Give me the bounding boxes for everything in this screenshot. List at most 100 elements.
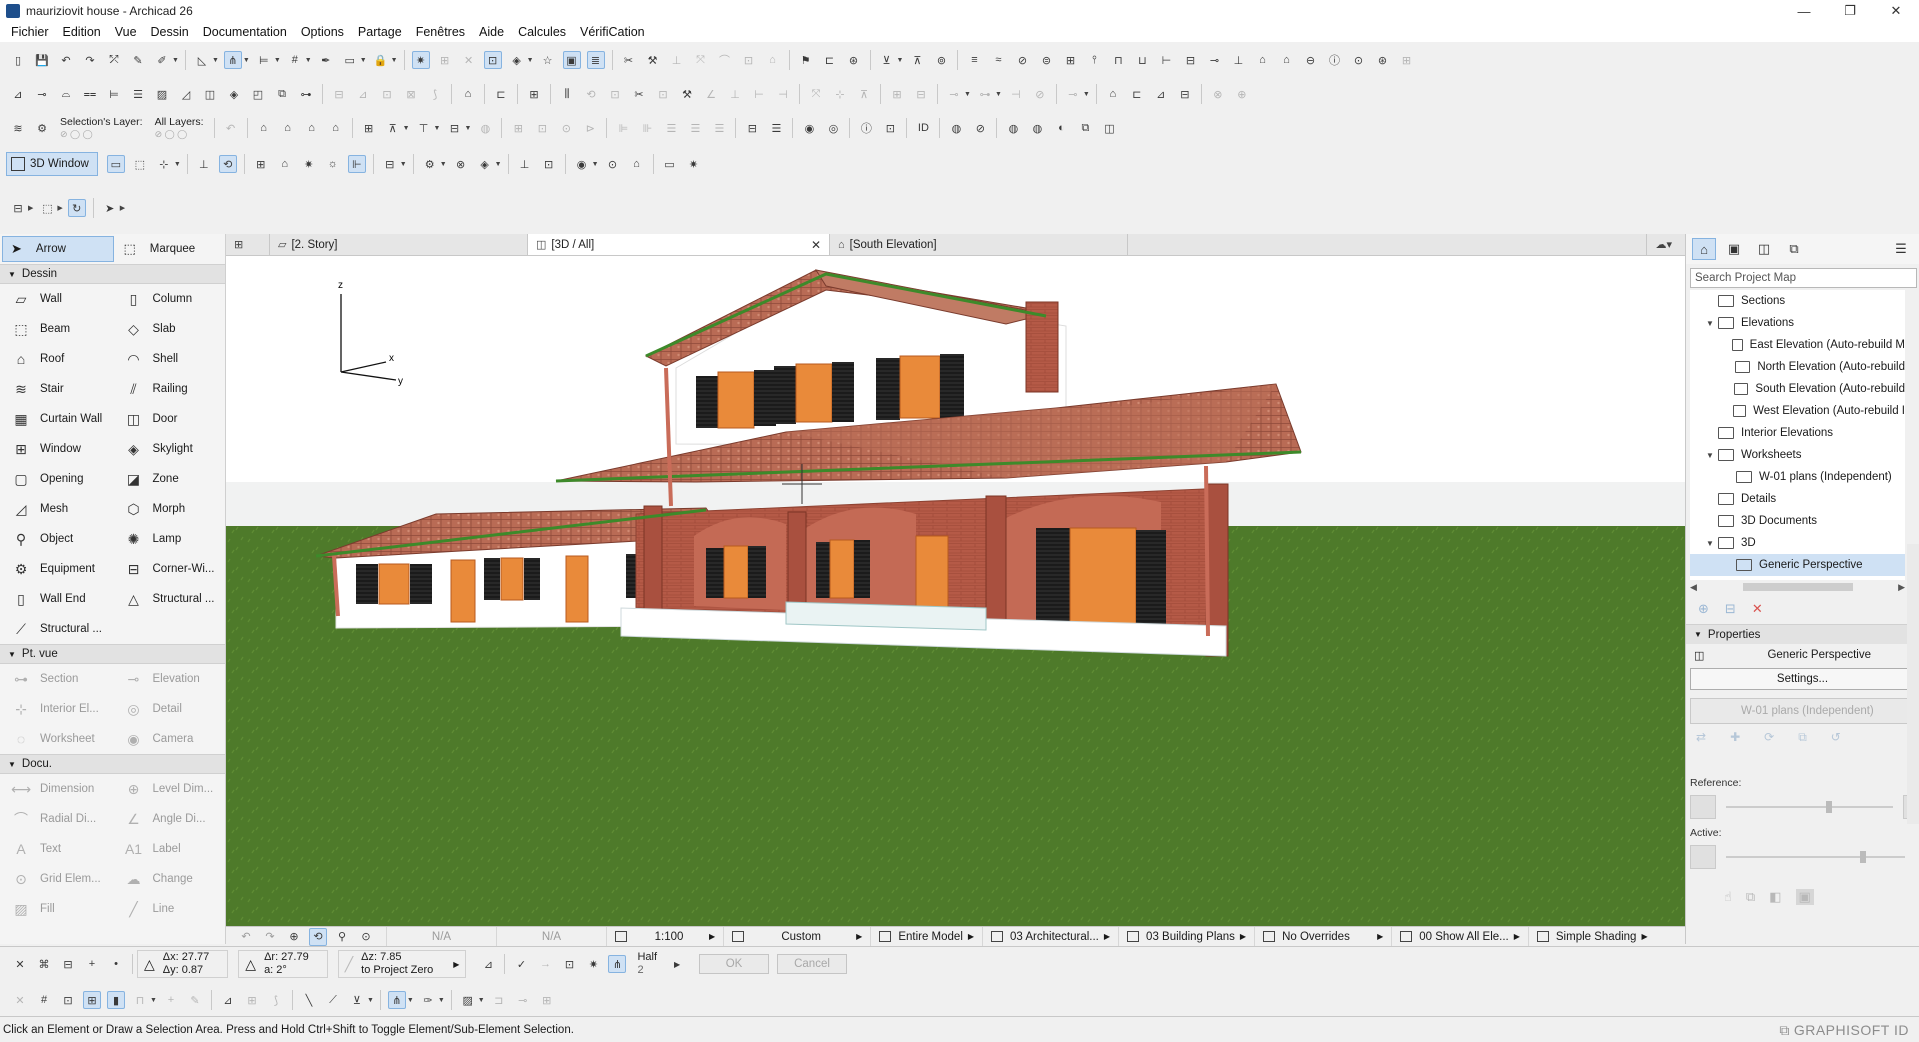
tab-overview-button[interactable]: ⊞ — [226, 234, 270, 255]
dropdown-caret-icon[interactable]: ▼ — [438, 997, 445, 1004]
tool-mesh[interactable]: ◿ Mesh — [0, 494, 113, 524]
new-icon[interactable]: ▯ — [9, 51, 27, 69]
floor-plan-icon[interactable]: ▣ — [562, 51, 581, 69]
grid-ib-icon[interactable]: # — [35, 991, 53, 1009]
spline-icon[interactable]: ⟆ — [267, 991, 285, 1009]
trace-reference-select[interactable]: W-01 plans (Independent) — [1690, 698, 1915, 724]
house-view-icon[interactable]: ⌂ — [459, 85, 477, 103]
dropdown-caret-icon[interactable]: ▼ — [243, 57, 250, 64]
library-icon[interactable]: ⊞ — [525, 85, 543, 103]
floor-plan-nav-icon[interactable]: ▭ — [106, 155, 125, 173]
box-b-icon[interactable]: ⊔ — [1133, 51, 1151, 69]
tool-text[interactable]: A Text — [0, 834, 113, 864]
snap-division-arrow-icon[interactable]: ▶ — [668, 955, 686, 973]
dash-icon[interactable]: ⊸ — [33, 85, 51, 103]
selection-layer-box[interactable]: Selection's Layer: ⊘ ◯ ◯ — [60, 116, 143, 140]
double-line-icon[interactable]: ⊨ — [105, 85, 123, 103]
lock-b-icon[interactable]: ⊓ — [131, 991, 149, 1009]
dropdown-caret-icon[interactable]: ▼ — [1083, 91, 1090, 98]
tool-detail[interactable]: ◎ Detail — [113, 694, 226, 724]
magic-wand-icon[interactable]: ✷ — [584, 955, 602, 973]
pivot-icon[interactable]: ⊥ — [516, 155, 534, 173]
3d-viewport[interactable]: z x y — [226, 256, 1685, 926]
snap-ib-icon[interactable]: ⊡ — [59, 991, 77, 1009]
anchor-icon[interactable]: ⊥ — [1229, 51, 1247, 69]
offset-icon[interactable]: ⊡ — [740, 51, 758, 69]
stair-b-icon[interactable]: ⊏ — [1128, 85, 1146, 103]
offset-b-icon[interactable]: ⊡ — [606, 85, 624, 103]
compass-icon[interactable]: ◐ — [1052, 119, 1070, 137]
text-tool-icon[interactable]: ⊡ — [378, 85, 396, 103]
tool-equipment[interactable]: ⚙ Equipment — [0, 554, 113, 584]
walk-icon[interactable]: ⊹ — [155, 155, 173, 173]
menu-calcules[interactable]: Calcules — [511, 25, 573, 39]
model-filter-dropdown[interactable]: Entire Model ▶ — [871, 926, 984, 947]
reference-color-swatch[interactable] — [1690, 795, 1716, 819]
menu-partage[interactable]: Partage — [351, 25, 409, 39]
all-layers-box[interactable]: All Layers: ⊘ ◯ ◯ — [155, 116, 204, 140]
slab-edit-icon[interactable]: ⊟ — [1176, 85, 1194, 103]
pen-set-dropdown[interactable]: Custom ▶ — [724, 926, 872, 947]
undo-layer-icon[interactable]: ↶ — [222, 119, 240, 137]
project-map-item[interactable]: W-01 plans (Independent) — [1690, 466, 1905, 488]
tree-vertical-scrollbar[interactable] — [1907, 544, 1919, 824]
tool-skylight[interactable]: ◈ Skylight — [113, 434, 226, 464]
tool-line[interactable]: ╱ Line — [113, 894, 226, 924]
project-map-item[interactable]: ▼ Worksheets — [1690, 444, 1905, 466]
toolbox-section-header[interactable]: ▼ Dessin — [0, 264, 225, 284]
measure-icon[interactable]: ⊸ — [945, 85, 963, 103]
tab-3d-all[interactable]: ◫ [3D / All] ✕ — [528, 234, 830, 255]
trace-icon[interactable]: ≣ — [586, 51, 605, 69]
tool-column[interactable]: ▯ Column — [113, 284, 226, 314]
curve-icon[interactable]: ⌒ — [716, 51, 734, 69]
gear-nav-icon[interactable]: ⚙ — [421, 155, 439, 173]
bim-icon[interactable]: ⊗ — [1209, 85, 1227, 103]
project-map-icon[interactable]: ⌂ — [1692, 238, 1716, 260]
renovation-filter-dropdown[interactable]: 00 Show All Ele... ▶ — [1392, 926, 1529, 947]
tool-interior-elevation[interactable]: ⊹ Interior El... — [0, 694, 113, 724]
tag-icon[interactable]: ⊘ — [971, 119, 989, 137]
favorites-icon[interactable]: ☆ — [539, 51, 557, 69]
render-nav-icon[interactable]: ✷ — [685, 155, 703, 173]
tab-2-story[interactable]: ▱ [2. Story] — [270, 234, 528, 255]
building-c-icon[interactable]: ⌂ — [303, 119, 321, 137]
tool-door[interactable]: ◫ Door — [113, 404, 226, 434]
project-map-item[interactable]: East Elevation (Auto-rebuild M — [1690, 334, 1905, 356]
project-map-item[interactable]: Sections — [1690, 290, 1905, 312]
layer-stack-icon[interactable]: ⊜ — [1037, 51, 1055, 69]
snap-guides-icon[interactable]: ⋔ — [223, 51, 242, 69]
tool-stair[interactable]: ≋ Stair — [0, 374, 113, 404]
tool-corner-window[interactable]: ⊟ Corner-Wi... — [113, 554, 226, 584]
tool-wall[interactable]: ▱ Wall — [0, 284, 113, 314]
split-plane-icon[interactable]: ⊏ — [492, 85, 510, 103]
tool-roof[interactable]: ⌂ Roof — [0, 344, 113, 374]
unlink-icon[interactable]: ⊘ — [1031, 85, 1049, 103]
close-tab-icon[interactable]: ✕ — [811, 238, 821, 252]
dropdown-caret-icon[interactable]: ▼ — [150, 997, 157, 1004]
tab-list-button[interactable]: ☁▾ — [1646, 234, 1685, 255]
explode-icon[interactable]: ✷ — [300, 155, 318, 173]
dropdown-caret-icon[interactable]: ▼ — [400, 161, 407, 168]
tree-horizontal-scrollbar[interactable]: ◀ ▶ — [1690, 580, 1905, 594]
marquee-tool[interactable]: ⬚ Marquee — [116, 236, 226, 262]
node-icon[interactable]: ⊶ — [976, 85, 994, 103]
box-a-icon[interactable]: ⊓ — [1109, 51, 1127, 69]
sheet-icon[interactable]: ⊟ — [1181, 51, 1199, 69]
dropdown-caret-icon[interactable]: ▼ — [995, 91, 1002, 98]
selection-method-icon[interactable]: ⊟ — [59, 955, 77, 973]
pick-up-icon[interactable]: ✎ — [129, 51, 147, 69]
trim-icon[interactable]: ⊶ — [297, 85, 315, 103]
snap-b-icon[interactable]: ⊹ — [831, 85, 849, 103]
stretch-b-icon[interactable]: ⊼ — [855, 85, 873, 103]
ruler-icon[interactable]: ◺ — [193, 51, 211, 69]
menu-verification[interactable]: VérifiCation — [573, 25, 652, 39]
graphic-overrides-dropdown[interactable]: No Overrides ▶ — [1255, 926, 1393, 947]
layer-combination-dropdown[interactable]: 03 Architectural... ▶ — [983, 926, 1120, 947]
cartesian-coordinates[interactable]: △ Δx: 27.77 Δy: 0.87 — [137, 950, 229, 978]
dropdown-caret-icon[interactable]: ▼ — [403, 125, 410, 132]
trace-copy-icon[interactable]: ⧉ — [1798, 730, 1807, 745]
stack-b-icon[interactable]: ⊤ — [415, 119, 433, 137]
grid-snap-icon[interactable]: # — [286, 51, 304, 69]
menu-vue[interactable]: Vue — [108, 25, 144, 39]
tree-expand-icon[interactable]: ▼ — [1706, 539, 1718, 548]
